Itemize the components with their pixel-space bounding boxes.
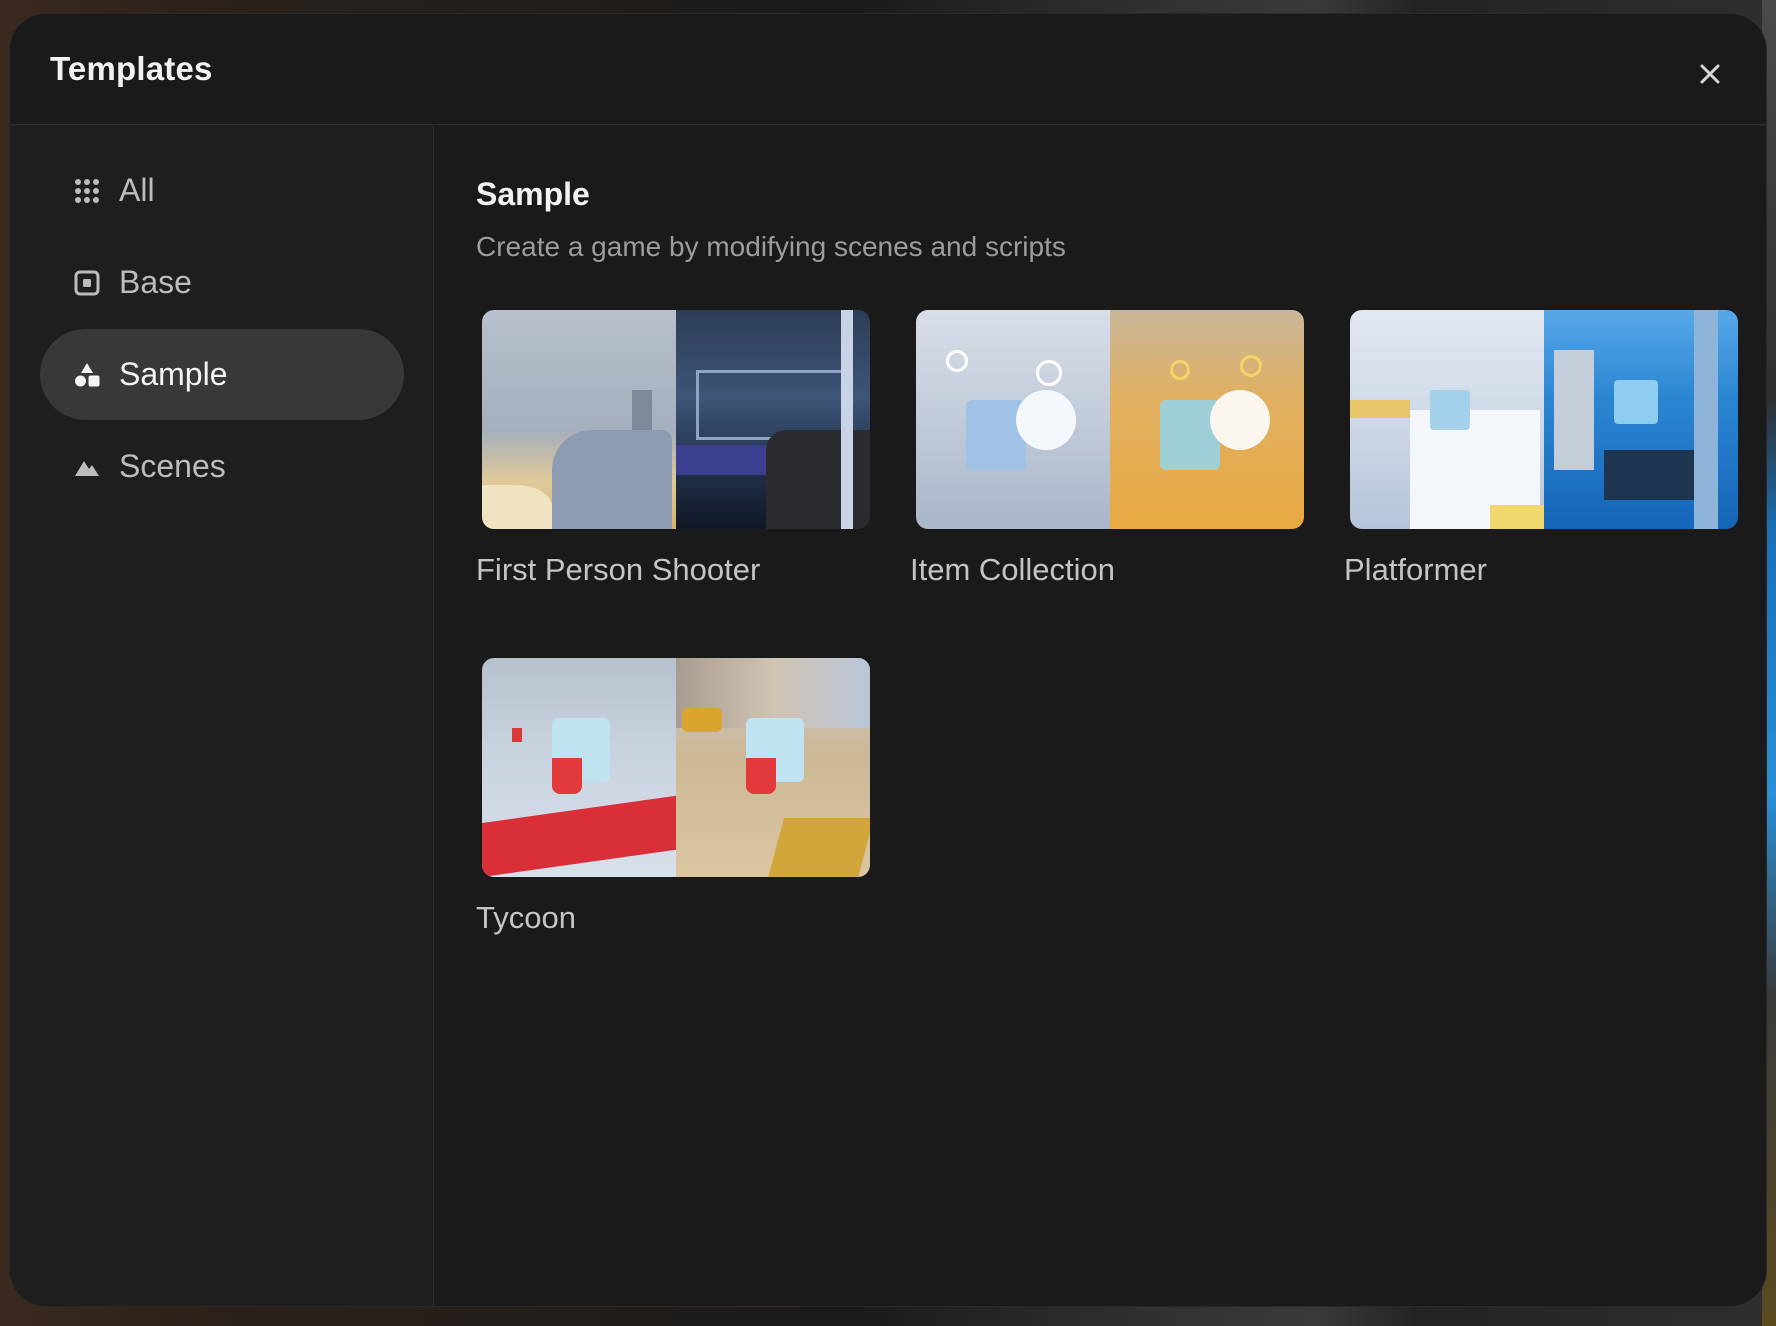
template-thumbnail (482, 658, 870, 877)
section-subtitle: Create a game by modifying scenes and sc… (476, 231, 1066, 262)
modal-header: Templates (10, 14, 1766, 125)
template-thumbnail (1350, 310, 1738, 529)
sidebar-item-label: Sample (119, 356, 228, 392)
template-card-label: Tycoon (476, 900, 576, 935)
template-card-item-collection[interactable]: Item Collection (910, 310, 1310, 610)
square-dot-icon (74, 270, 100, 296)
sidebar-item-label: Scenes (119, 448, 226, 484)
template-card-tycoon[interactable]: Tycoon (476, 658, 876, 958)
sidebar-item-scenes[interactable]: Scenes (40, 421, 404, 512)
sidebar-item-label: All (119, 172, 155, 208)
template-thumbnail (482, 310, 870, 529)
template-card-platformer[interactable]: Platformer (1344, 310, 1744, 610)
mountain-icon (74, 454, 100, 480)
grid-dots-icon (74, 178, 100, 204)
sidebar-item-sample[interactable]: Sample (40, 329, 404, 420)
shapes-icon (74, 362, 100, 388)
sidebar: All Base Sample Scenes (10, 126, 434, 1306)
template-card-label: Item Collection (910, 552, 1116, 587)
sidebar-item-all[interactable]: All (40, 145, 404, 236)
close-button[interactable] (1690, 54, 1730, 94)
sidebar-item-base[interactable]: Base (40, 237, 404, 328)
template-card-first-person-shooter[interactable]: First Person Shooter (476, 310, 876, 610)
content-area: Sample Create a game by modifying scenes… (435, 126, 1766, 1306)
template-card-label: First Person Shooter (476, 552, 761, 587)
template-card-label: Platformer (1344, 552, 1487, 587)
templates-modal: Templates All Base Sample Scenes Sample … (10, 14, 1766, 1306)
close-icon (1700, 64, 1720, 84)
modal-title: Templates (50, 50, 213, 87)
sidebar-item-label: Base (119, 264, 192, 300)
section-title: Sample (476, 176, 590, 212)
template-thumbnail (916, 310, 1304, 529)
